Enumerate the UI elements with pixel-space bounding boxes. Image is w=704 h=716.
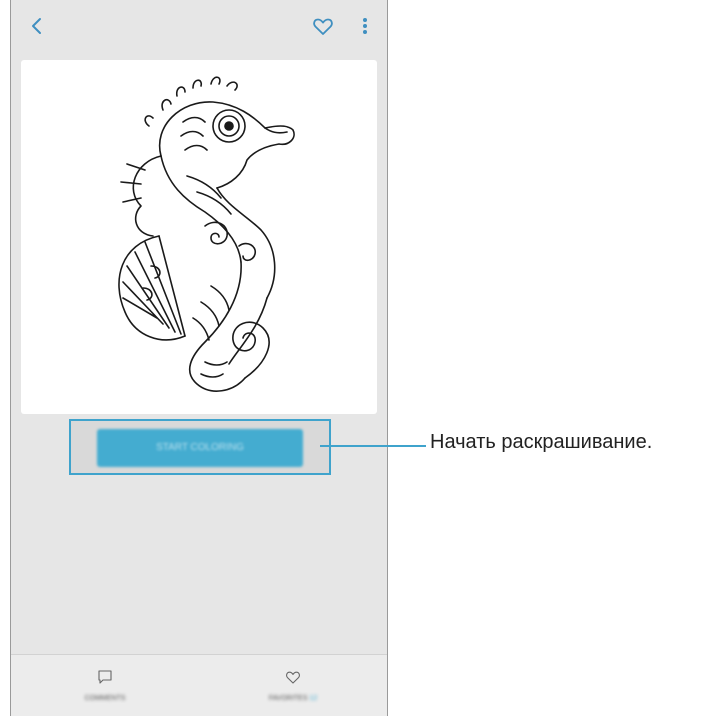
app-bar (11, 0, 387, 52)
back-button[interactable] (25, 14, 49, 38)
favorites-label: FAVORITES 12 (199, 695, 387, 702)
favorites-count: 12 (309, 695, 318, 702)
comment-icon (98, 670, 112, 684)
comments-label: COMMENTS (84, 695, 126, 702)
bottom-navigation: COMMENTS FAVORITES 12 (11, 654, 387, 716)
favorites-tab[interactable]: FAVORITES 12 (199, 655, 387, 716)
heart-outline-icon (286, 671, 300, 684)
favorites-label-text: FAVORITES (268, 695, 308, 702)
favorite-button[interactable] (311, 14, 335, 38)
callout-connector-line (320, 445, 426, 447)
chevron-left-icon (32, 18, 41, 34)
seahorse-coloring-image (118, 76, 295, 392)
phone-screen: START COLORING COMMENTS FAVORITES 12 (10, 0, 388, 716)
more-options-button[interactable] (355, 14, 375, 38)
start-coloring-button[interactable]: START COLORING (97, 429, 303, 467)
callout-text: Начать раскрашивание. (430, 431, 653, 453)
coloring-image-card[interactable] (21, 60, 377, 414)
heart-outline-icon (313, 18, 333, 35)
more-vertical-icon (363, 18, 367, 34)
comments-tab[interactable]: COMMENTS (11, 655, 199, 716)
